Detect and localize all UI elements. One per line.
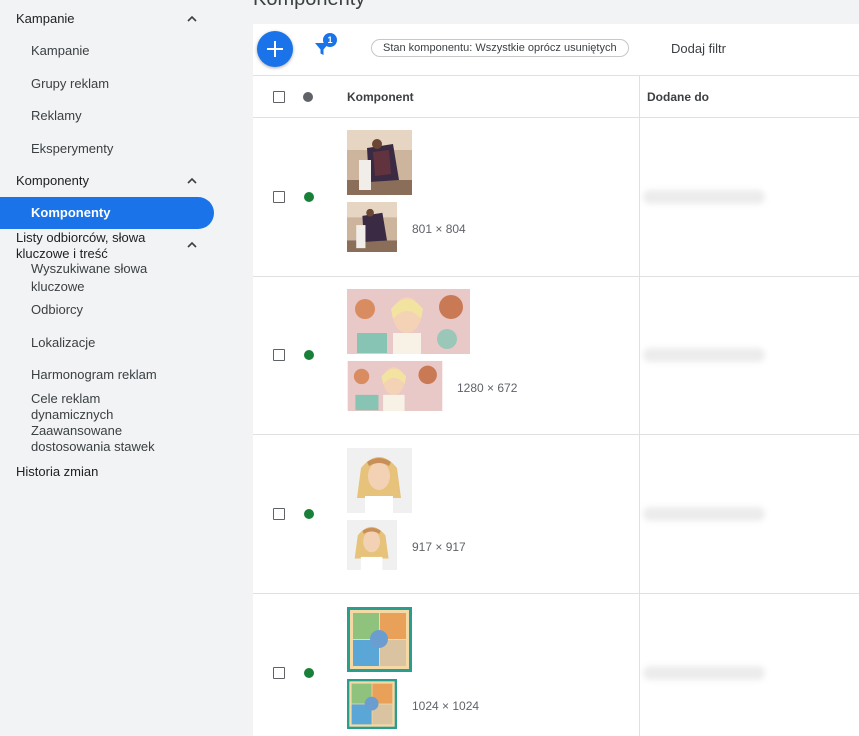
asset-thumbnail-large[interactable] (347, 607, 412, 672)
sidebar-item-label: dostosowania stawek (31, 439, 155, 454)
nav-section-historia-zmian[interactable]: Historia zmian (16, 464, 98, 479)
asset-thumbnail-small[interactable] (347, 202, 397, 252)
status-dot-icon (304, 668, 314, 678)
asset-dimensions: 1280 × 672 (457, 381, 518, 395)
nav-section-komponenty[interactable]: Komponenty (16, 173, 89, 188)
row-checkbox[interactable] (273, 191, 285, 203)
add-button[interactable] (257, 31, 293, 67)
chevron-up-icon[interactable] (186, 175, 198, 187)
row-checkbox[interactable] (273, 667, 285, 679)
table-row: 801 × 804 (253, 118, 859, 277)
asset-thumbnail-large[interactable] (347, 130, 412, 195)
sidebar: Kampanie Kampanie Grupy reklam Reklamy E… (0, 0, 253, 736)
nav-section-label-line1: Listy odbiorców, słowa (16, 230, 146, 245)
sidebar-item-reklamy[interactable]: Reklamy (31, 108, 82, 124)
nav-section-kampanie[interactable]: Kampanie (16, 11, 75, 26)
redacted-campaign-name (643, 666, 765, 680)
chevron-up-icon[interactable] (186, 13, 198, 25)
filter-chip[interactable]: Stan komponentu: Wszystkie oprócz usunię… (371, 39, 629, 57)
sidebar-item-label: dynamicznych (31, 407, 114, 422)
asset-thumbnail-small[interactable] (347, 679, 397, 729)
sidebar-item-zaawansowane[interactable]: Zaawansowane dostosowania stawek (31, 423, 155, 455)
asset-dimensions: 1024 × 1024 (412, 699, 480, 713)
status-dot-icon (304, 350, 314, 360)
column-header-komponent[interactable]: Komponent (347, 90, 414, 104)
sidebar-item-label: Wyszukiwane słowa (31, 261, 148, 276)
table-header: Dodane do (639, 76, 859, 118)
sidebar-item-label: kluczowe (31, 279, 85, 294)
redacted-campaign-name (643, 348, 765, 362)
sidebar-item-label: Zaawansowane (31, 423, 123, 438)
table-row: 1024 × 1024 (253, 594, 859, 736)
column-header-dodane-do[interactable]: Dodane do (647, 90, 709, 104)
row-checkbox[interactable] (273, 349, 285, 361)
table-row: 917 × 917 (253, 435, 859, 594)
sidebar-item-lokalizacje[interactable]: Lokalizacje (31, 335, 95, 351)
asset-dimensions: 801 × 804 (412, 222, 466, 236)
asset-thumbnail-small[interactable] (347, 520, 397, 570)
sidebar-item-odbiorcy[interactable]: Odbiorcy (31, 302, 83, 318)
status-dot-icon (304, 509, 314, 519)
sidebar-item-kampanie[interactable]: Kampanie (31, 43, 90, 59)
asset-thumbnail-large[interactable] (347, 289, 470, 354)
asset-dimensions: 917 × 917 (412, 540, 466, 554)
status-dot-icon (304, 192, 314, 202)
sidebar-item-grupy-reklam[interactable]: Grupy reklam (31, 76, 109, 92)
asset-thumbnail-small[interactable] (347, 361, 443, 411)
redacted-campaign-name (643, 507, 765, 521)
sidebar-item-komponenty[interactable]: Komponenty (0, 197, 214, 229)
sidebar-item-harmonogram-reklam[interactable]: Harmonogram reklam (31, 367, 157, 383)
table-row: 1280 × 672 (253, 276, 859, 435)
sidebar-item-wyszukiwane-slowa[interactable]: Wyszukiwane słowa kluczowe (31, 261, 147, 295)
sidebar-item-cele-reklam[interactable]: Cele reklam dynamicznych (31, 391, 113, 423)
sidebar-item-eksperymenty[interactable]: Eksperymenty (31, 141, 113, 157)
redacted-campaign-name (643, 190, 765, 204)
row-checkbox[interactable] (273, 508, 285, 520)
toolbar: 1 Stan komponentu: Wszystkie oprócz usun… (253, 24, 859, 76)
table-header: Komponent (253, 76, 639, 118)
sidebar-item-label: Komponenty (31, 205, 111, 220)
nav-section-label-line2: kluczowe i treść (16, 246, 108, 261)
sidebar-item-label: Cele reklam (31, 391, 101, 406)
add-filter-button[interactable]: Dodaj filtr (671, 41, 726, 56)
status-dot-icon (303, 92, 313, 102)
filter-count-badge: 1 (323, 33, 337, 47)
assets-table: Komponent Dodane do 801 × 804 1280 × 672… (253, 76, 859, 736)
select-all-checkbox[interactable] (273, 91, 285, 103)
page-title: Komponenty (253, 0, 365, 11)
nav-section-listy[interactable]: Listy odbiorców, słowa kluczowe i treść (16, 230, 145, 262)
chevron-up-icon[interactable] (186, 239, 198, 251)
asset-thumbnail-large[interactable] (347, 448, 412, 513)
